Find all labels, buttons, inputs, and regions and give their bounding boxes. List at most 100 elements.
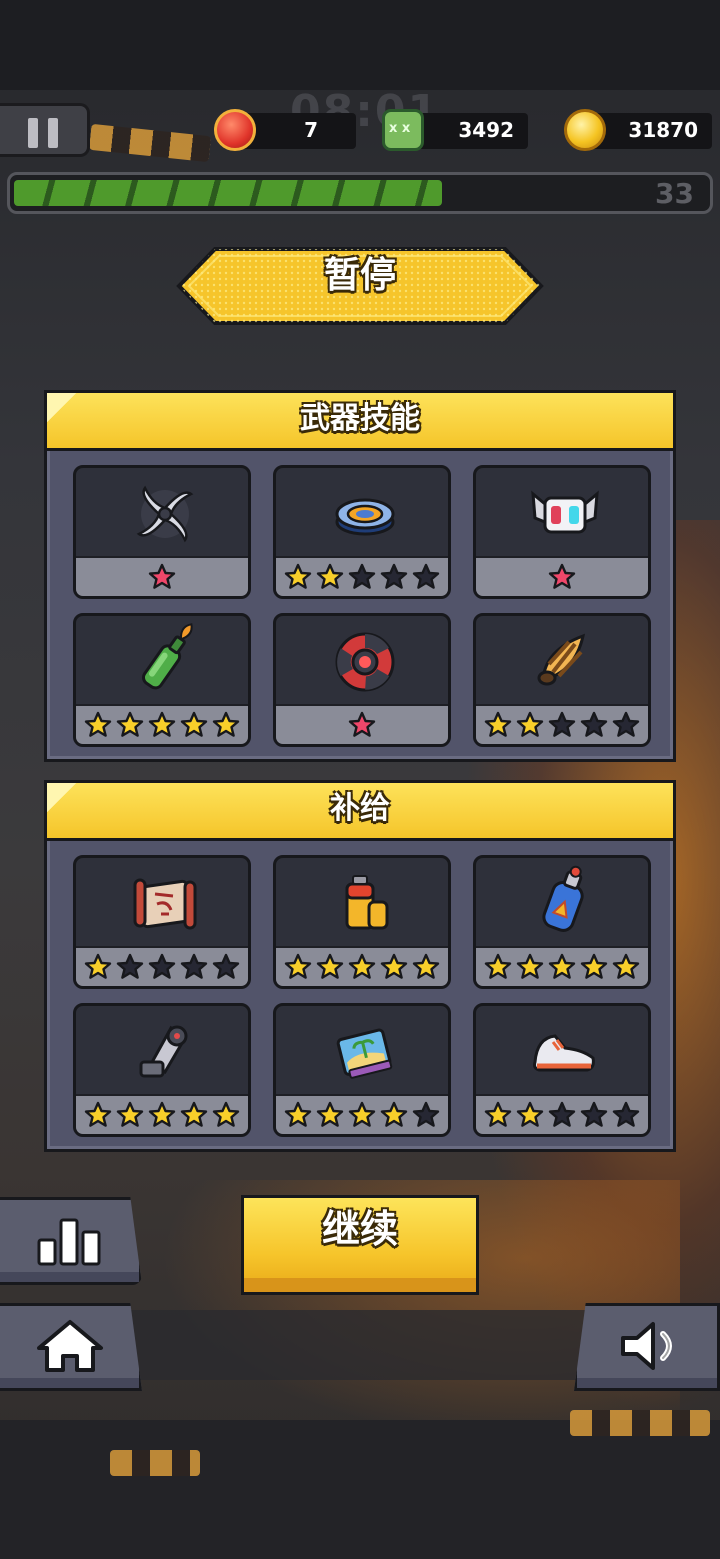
star-filled-icon — [580, 953, 608, 979]
star-rating — [276, 953, 448, 981]
star-rating — [476, 1101, 648, 1129]
star-filled-icon — [116, 1101, 144, 1127]
star-filled-icon — [284, 953, 312, 979]
star-filled-icon — [284, 1101, 312, 1127]
star-filled-icon — [212, 1101, 240, 1127]
scroll-icon — [133, 878, 197, 930]
weapon-skill-card[interactable] — [273, 613, 451, 747]
star-filled-icon — [380, 1101, 408, 1127]
pause-icon — [28, 118, 38, 148]
star-rating — [76, 953, 248, 981]
supply-item-card[interactable] — [273, 855, 451, 989]
star-rating — [76, 1101, 248, 1129]
home-button[interactable] — [0, 1303, 142, 1391]
weapon-skill-card-rating — [276, 704, 448, 744]
star-filled-icon — [316, 953, 344, 979]
weapon-skill-card-rating — [476, 704, 648, 744]
weapon-skill-card[interactable] — [73, 465, 251, 599]
supply-panel: 补给 — [44, 780, 676, 1152]
star-empty-icon — [148, 953, 176, 979]
stats-button[interactable] — [0, 1197, 142, 1285]
star-filled-icon — [348, 1101, 376, 1127]
supply-item-card-rating — [76, 946, 248, 986]
star-empty-icon — [548, 711, 576, 737]
star-filled-icon — [212, 711, 240, 737]
experience-bar-fill — [14, 180, 442, 206]
star-filled-icon — [148, 711, 176, 737]
kills-counter: 3492 — [382, 109, 528, 151]
level-number: 33 — [655, 177, 694, 210]
coin-icon — [564, 109, 606, 151]
star-rating — [476, 953, 648, 981]
supply-item-card-icon-area — [276, 858, 448, 946]
continue-button[interactable]: 继续 — [241, 1195, 479, 1295]
pause-button[interactable] — [0, 103, 90, 157]
star-filled-icon — [348, 953, 376, 979]
battery-icon — [345, 875, 389, 930]
experience-bar: 33 — [7, 172, 713, 214]
star-rating — [276, 563, 448, 591]
star-empty-icon — [212, 953, 240, 979]
weapon-skill-card[interactable] — [473, 465, 651, 599]
supply-item-card[interactable] — [473, 855, 651, 989]
sound-button[interactable] — [574, 1303, 720, 1391]
weapon-skill-card[interactable] — [73, 613, 251, 747]
drone-icon — [531, 490, 599, 534]
coins-counter: 31870 — [564, 109, 712, 151]
star-filled-icon — [612, 953, 640, 979]
weapon-skill-card[interactable] — [273, 465, 451, 599]
weapon-skills-title: 武器技能 — [300, 401, 420, 436]
supply-item-card-rating — [476, 1094, 648, 1134]
star-empty-icon — [412, 1101, 440, 1127]
star-empty-icon — [548, 1101, 576, 1127]
sneaker-icon — [533, 1034, 595, 1072]
star-filled-icon — [516, 1101, 544, 1127]
background-barrier — [110, 1450, 200, 1476]
background-ground — [0, 1420, 720, 1559]
supply-item-card-icon-area — [276, 1006, 448, 1094]
star-filled-icon — [116, 711, 144, 737]
background-top-band — [0, 0, 720, 90]
star-empty-icon — [612, 1101, 640, 1127]
weapon-skill-card-icon-area — [476, 616, 648, 704]
star-empty-icon — [612, 711, 640, 737]
star-filled-icon — [484, 1101, 512, 1127]
red-target-icon — [335, 632, 395, 692]
supply-item-card-rating — [76, 1094, 248, 1134]
weapon-skill-card[interactable] — [473, 613, 651, 747]
supply-item-card[interactable] — [273, 1003, 451, 1137]
star-rating — [476, 711, 648, 739]
star-filled-icon — [148, 1101, 176, 1127]
hearts-value: 7 — [304, 118, 318, 142]
spinner-disc-icon — [335, 498, 395, 536]
star-filled-icon — [548, 953, 576, 979]
star-filled-icon — [412, 953, 440, 979]
home-icon — [37, 1320, 103, 1372]
supply-item-card[interactable] — [473, 1003, 651, 1137]
star-empty-icon — [412, 563, 440, 589]
star-rating — [276, 1101, 448, 1129]
star-filled-icon — [316, 563, 344, 589]
supply-item-card[interactable] — [73, 1003, 251, 1137]
star-filled-icon — [516, 953, 544, 979]
weapon-skills-header: 武器技能 — [47, 393, 673, 451]
star-filled-icon — [316, 1101, 344, 1127]
supply-item-card[interactable] — [73, 855, 251, 989]
pause-title-banner: 暂停 — [175, 246, 545, 326]
star-filled-icon — [380, 953, 408, 979]
star-empty-icon — [348, 563, 376, 589]
fuel-canister-icon — [542, 865, 584, 932]
star-rating — [276, 711, 448, 739]
star-rating — [76, 563, 248, 591]
weapon-skill-card-rating — [76, 704, 248, 744]
star-filled-icon — [284, 563, 312, 589]
zombie-icon — [382, 109, 424, 151]
page-title: 暂停 — [323, 255, 396, 296]
drill-icon — [537, 633, 586, 686]
supply-item-card-icon-area — [476, 858, 648, 946]
continue-label: 继续 — [321, 1207, 398, 1251]
supply-item-card-icon-area — [76, 858, 248, 946]
shuriken-icon — [136, 485, 194, 543]
background-barrier — [570, 1410, 710, 1436]
coins-value: 31870 — [628, 118, 698, 142]
